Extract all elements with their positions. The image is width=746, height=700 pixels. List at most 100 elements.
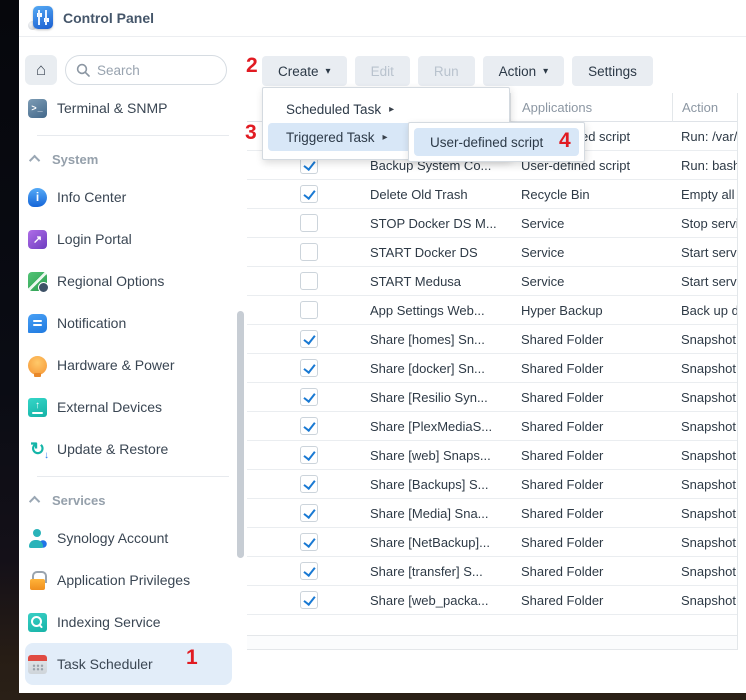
toolbar-button[interactable]: Run ▾ [418, 56, 475, 86]
toolbar-button[interactable]: Edit ▾ [355, 56, 410, 86]
row-checkbox[interactable] [300, 533, 318, 551]
table-row[interactable]: Share [Media] Sna... Shared Folder Snaps… [247, 499, 737, 528]
chevron-up-icon [29, 496, 40, 507]
sidebar-entry-label: Indexing Service [57, 614, 161, 630]
column-header-applications[interactable]: Applications [510, 93, 672, 122]
sidebar-entry[interactable]: Update & Restore [19, 428, 247, 470]
toolbar-button[interactable]: Create ▾ [262, 56, 347, 86]
row-checkbox[interactable] [300, 475, 318, 493]
toolbar-button[interactable]: Settings ▾ [572, 56, 653, 86]
row-checkbox[interactable] [300, 359, 318, 377]
table-row[interactable]: Share [PlexMediaS... Shared Folder Snaps… [247, 412, 737, 441]
table-row[interactable]: START Docker DS Service Start servic [247, 238, 737, 267]
row-checkbox[interactable] [300, 446, 318, 464]
task-application: Shared Folder [510, 390, 672, 405]
sidebar-entry-label: Terminal & SNMP [57, 100, 167, 116]
task-table: User-defined script Run: /var/p Backup S… [247, 122, 737, 615]
sidebar-entry-label: Services [52, 493, 106, 508]
caret-down-icon: ▾ [543, 66, 548, 77]
row-checkbox[interactable] [300, 504, 318, 522]
toolbar-button-label: Edit [371, 64, 394, 79]
task-application: Shared Folder [510, 361, 672, 376]
toolbar-button[interactable]: Action ▾ [483, 56, 565, 86]
annotation-number: 1 [186, 647, 198, 668]
caret-down-icon: ▾ [326, 66, 331, 77]
synology-account-icon [28, 529, 47, 548]
table-row[interactable]: Share [homes] Sn... Shared Folder Snapsh… [247, 325, 737, 354]
home-button[interactable]: ⌂ [25, 55, 57, 85]
row-checkbox[interactable] [300, 185, 318, 203]
task-name: STOP Docker DS M... [370, 216, 497, 231]
table-row[interactable]: Share [docker] Sn... Shared Folder Snaps… [247, 354, 737, 383]
table-row[interactable]: START Medusa Service Start servic [247, 267, 737, 296]
sidebar-entry-label: Hardware & Power [57, 357, 175, 373]
hardware-power-icon [28, 356, 47, 375]
task-action: Back up da [672, 303, 737, 318]
table-row[interactable]: Share [Backups] S... Shared Folder Snaps… [247, 470, 737, 499]
sidebar-entry[interactable] [37, 135, 229, 136]
sidebar-entry-label: System [52, 152, 98, 167]
task-application: Shared Folder [510, 593, 672, 608]
sidebar-entry-label: Synology Account [57, 530, 168, 546]
sidebar-entry[interactable] [37, 476, 229, 477]
row-checkbox[interactable] [300, 272, 318, 290]
sidebar-scrollbar-thumb[interactable] [237, 311, 244, 558]
sidebar-entry[interactable]: Indexing Service [19, 601, 247, 643]
table-right-border [737, 93, 738, 650]
sidebar-entry[interactable]: Notification [19, 302, 247, 344]
row-checkbox[interactable] [300, 214, 318, 232]
titlebar[interactable]: Control Panel [19, 0, 746, 37]
toolbar: Create ▾ Edit ▾ Run ▾ Action ▾ Settings … [262, 56, 653, 86]
task-action: Snapshot [672, 535, 737, 550]
search-input[interactable]: Search [65, 55, 227, 85]
task-action: Run: /var/p [672, 129, 737, 144]
task-name: START Medusa [370, 274, 461, 289]
sidebar-entry[interactable]: Terminal & SNMP [19, 87, 247, 129]
row-checkbox[interactable] [300, 243, 318, 261]
task-name: Share [transfer] S... [370, 564, 483, 579]
sidebar-entry[interactable]: Hardware & Power [19, 344, 247, 386]
sidebar-entry[interactable]: External Devices [19, 386, 247, 428]
task-name: Delete Old Trash [370, 187, 468, 202]
table-footer [247, 635, 737, 650]
chevron-up-icon [29, 155, 40, 166]
row-checkbox[interactable] [300, 562, 318, 580]
table-row[interactable]: Share [transfer] S... Shared Folder Snap… [247, 557, 737, 586]
menu-item-label: Scheduled Task [286, 102, 381, 117]
task-application: Service [510, 245, 672, 260]
table-row[interactable]: Share [web_packa... Shared Folder Snapsh… [247, 586, 737, 615]
table-row[interactable]: STOP Docker DS M... Service Stop servic [247, 209, 737, 238]
task-application: Shared Folder [510, 448, 672, 463]
sidebar-entry[interactable]: Login Portal [19, 218, 247, 260]
sidebar-entry[interactable]: Task Scheduler [25, 643, 232, 685]
create-menu-item[interactable]: Scheduled Task ▸ [268, 95, 504, 123]
row-checkbox[interactable] [300, 417, 318, 435]
sidebar-entry[interactable]: Application Privileges [19, 559, 247, 601]
task-name: Share [docker] Sn... [370, 361, 485, 376]
row-checkbox[interactable] [300, 330, 318, 348]
table-row[interactable]: App Settings Web... Hyper Backup Back up… [247, 296, 737, 325]
sidebar-entry[interactable]: Info Center [19, 176, 247, 218]
task-name: Share [Media] Sna... [370, 506, 489, 521]
task-action: Stop servic [672, 216, 737, 231]
sidebar-entry-label: Task Scheduler [57, 656, 153, 672]
column-header-action[interactable]: Action [672, 93, 737, 122]
table-row[interactable]: Share [web] Snaps... Shared Folder Snaps… [247, 441, 737, 470]
annotation-number: 2 [246, 55, 258, 76]
sidebar-entry[interactable]: Regional Options [19, 260, 247, 302]
task-application: Hyper Backup [510, 303, 672, 318]
task-application: Shared Folder [510, 506, 672, 521]
control-panel-icon-sliders [33, 6, 53, 29]
sidebar-entry[interactable]: Synology Account [19, 517, 247, 559]
table-row[interactable]: Share [Resilio Syn... Shared Folder Snap… [247, 383, 737, 412]
task-name: Share [Resilio Syn... [370, 390, 488, 405]
toolbar-button-label: Settings [588, 64, 637, 79]
row-checkbox[interactable] [300, 301, 318, 319]
table-row[interactable]: Share [NetBackup]... Shared Folder Snaps… [247, 528, 737, 557]
sidebar-entry-label: Application Privileges [57, 572, 190, 588]
submenu-item[interactable]: User-defined script [414, 128, 579, 156]
row-checkbox[interactable] [300, 591, 318, 609]
task-scheduler-icon [28, 655, 47, 674]
row-checkbox[interactable] [300, 388, 318, 406]
table-row[interactable]: Delete Old Trash Recycle Bin Empty all R [247, 180, 737, 209]
